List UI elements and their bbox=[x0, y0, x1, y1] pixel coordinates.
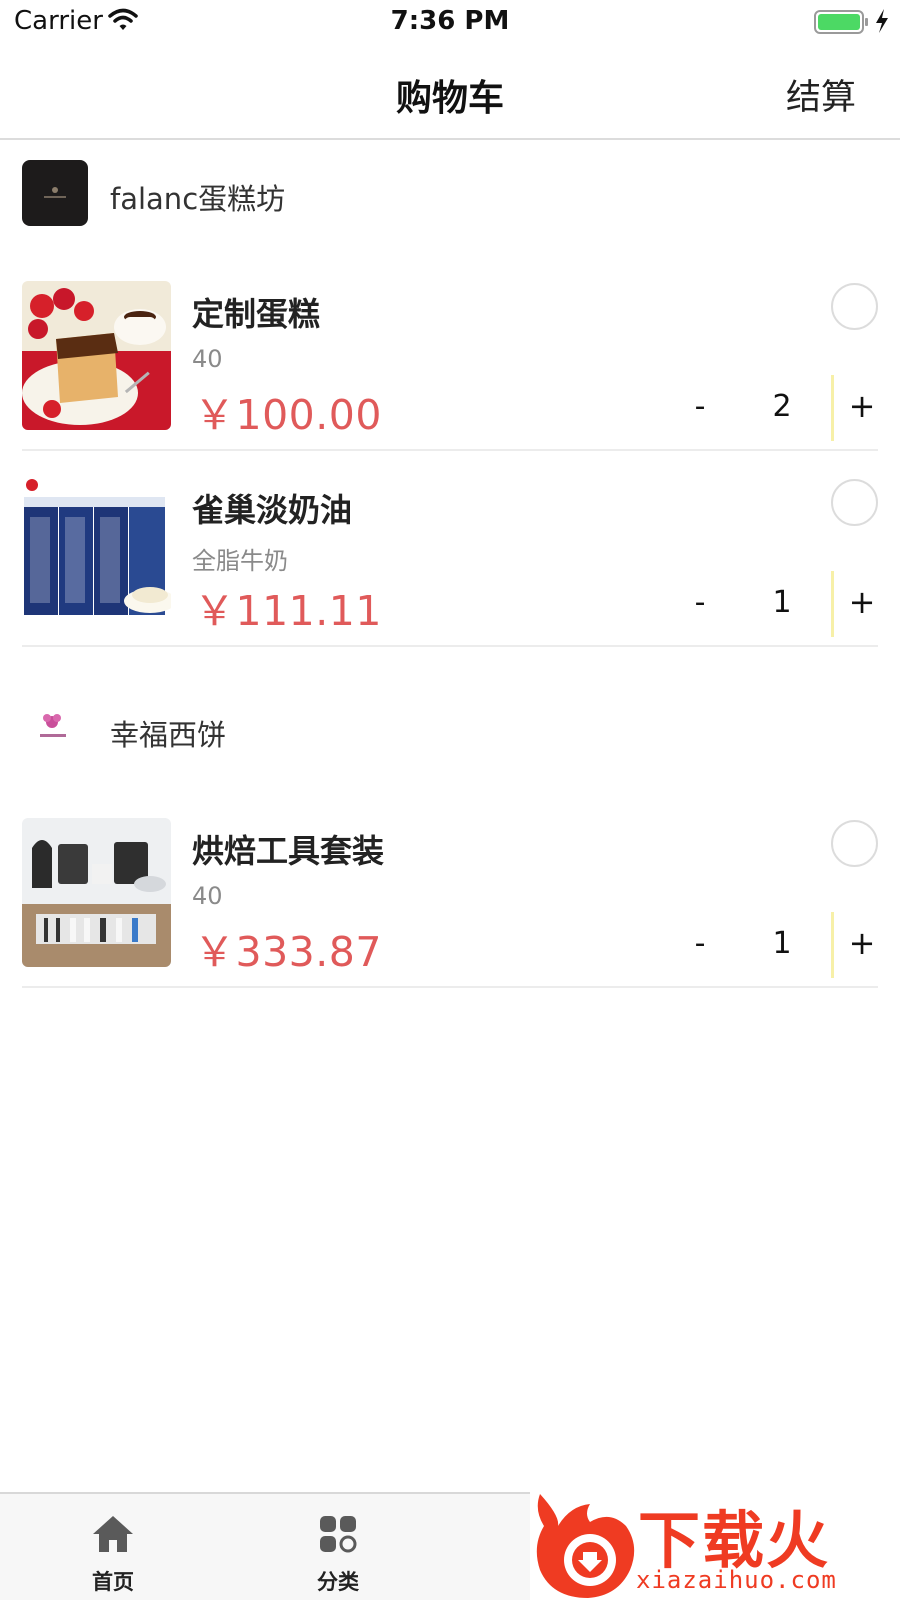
quantity-value: 1 bbox=[772, 926, 792, 961]
watermark: 下载火 xiazaihuo.com bbox=[530, 1486, 900, 1600]
nav-bar: 购物车 结算 bbox=[0, 44, 900, 140]
battery-icon bbox=[814, 10, 868, 34]
cream-box-image-icon bbox=[22, 477, 171, 626]
shop-name: 幸福西饼 bbox=[110, 718, 227, 752]
item-price: ￥111.11 bbox=[194, 587, 382, 635]
baking-tools-image-icon bbox=[22, 818, 171, 967]
cart-item: 定制蛋糕 40 ￥100.00 - 2 + bbox=[22, 281, 878, 451]
shop-name: falanc蛋糕坊 bbox=[110, 182, 286, 216]
increase-quantity-button[interactable]: + bbox=[844, 583, 880, 621]
decrease-quantity-button[interactable]: - bbox=[682, 389, 718, 424]
item-name: 定制蛋糕 bbox=[192, 295, 321, 333]
decrease-quantity-button[interactable]: - bbox=[682, 926, 718, 961]
select-checkbox[interactable] bbox=[831, 820, 878, 867]
shop-logo-icon bbox=[22, 696, 88, 762]
home-icon bbox=[93, 1516, 133, 1552]
tab-label: 首页 bbox=[92, 1570, 134, 1594]
item-price: ￥100.00 bbox=[194, 391, 382, 439]
cart-item: 烘焙工具套装 40 ￥333.87 - 1 + bbox=[22, 818, 878, 988]
quantity-value: 1 bbox=[772, 585, 792, 620]
charging-icon bbox=[876, 9, 888, 33]
select-checkbox[interactable] bbox=[831, 479, 878, 526]
decrease-quantity-button[interactable]: - bbox=[682, 585, 718, 620]
grid-icon bbox=[320, 1516, 357, 1553]
quantity-divider bbox=[831, 912, 834, 978]
tab-home[interactable]: 首页 bbox=[53, 1494, 173, 1600]
watermark-url: xiazaihuo.com bbox=[636, 1566, 837, 1594]
flame-logo-icon bbox=[536, 1494, 635, 1598]
select-checkbox[interactable] bbox=[831, 283, 878, 330]
tab-category[interactable]: 分类 bbox=[278, 1494, 398, 1600]
shop-header: 幸福西饼 bbox=[0, 696, 900, 764]
cart-item: 雀巢淡奶油 全脂牛奶 ￥111.11 - 1 + bbox=[22, 477, 878, 647]
page-title: 购物车 bbox=[395, 78, 504, 119]
quantity-value: 2 bbox=[772, 389, 792, 424]
status-bar: Carrier 7:36 PM bbox=[0, 0, 900, 44]
item-spec: 40 bbox=[192, 345, 223, 373]
item-spec: 全脂牛奶 bbox=[192, 547, 288, 575]
shop-logo-icon bbox=[22, 160, 88, 226]
increase-quantity-button[interactable]: + bbox=[844, 924, 880, 962]
item-price: ￥333.87 bbox=[194, 928, 382, 976]
cake-image-icon bbox=[22, 281, 171, 430]
tab-label: 分类 bbox=[317, 1570, 359, 1594]
quantity-divider bbox=[831, 375, 834, 441]
item-name: 烘焙工具套装 bbox=[192, 832, 385, 870]
status-time: 7:36 PM bbox=[390, 6, 510, 36]
item-spec: 40 bbox=[192, 882, 223, 910]
item-name: 雀巢淡奶油 bbox=[192, 491, 353, 529]
quantity-divider bbox=[831, 571, 834, 637]
shop-header: falanc蛋糕坊 bbox=[0, 160, 900, 228]
increase-quantity-button[interactable]: + bbox=[844, 387, 880, 425]
checkout-button[interactable]: 结算 bbox=[786, 69, 856, 120]
